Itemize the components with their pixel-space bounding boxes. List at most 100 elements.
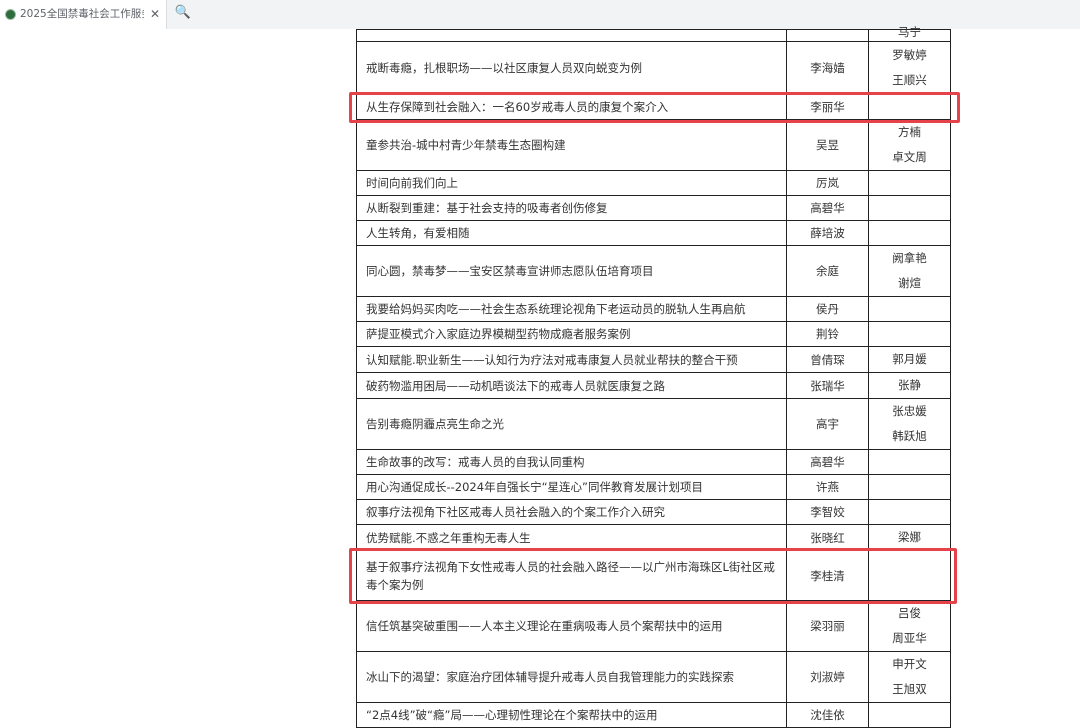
partner-name: 罗敏婷 — [892, 48, 927, 62]
case-title: 叙事疗法视角下社区戒毒人员社会融入的个案工作介入研究 — [356, 499, 787, 525]
partner-names: 阙拿艳 谢煊 — [868, 245, 951, 297]
author-name: 吴昱 — [786, 119, 869, 171]
partner-names: 方楠 卓文周 — [868, 119, 951, 171]
partner-names: 梁娜 — [868, 524, 951, 551]
author-name: 薛培波 — [786, 220, 869, 246]
partner-names — [868, 702, 951, 728]
case-title: 冰山下的渴望：家庭治疗团体辅导提升戒毒人员自我管理能力的实践探索 — [356, 651, 787, 703]
table-row: 信任筑基突破重围——人本主义理论在重病吸毒人员个案帮扶中的运用 梁羽丽 吕俊 周亚华 — [356, 600, 951, 652]
partner-names: 张忠媛 韩跃旭 — [868, 398, 951, 450]
table-row: 认知赋能.职业新生——认知行为疗法对戒毒康复人员就业帮扶的整合干预 曾倩琛 郭月媛 — [356, 346, 951, 373]
case-title: 破药物滥用困局——动机晤谈法下的戒毒人员就医康复之路 — [356, 372, 787, 399]
partner-name: 马宁 — [898, 26, 921, 38]
table-row: 人生转角，有爱相随 薛培波 — [356, 220, 951, 246]
author-name: 李海嫱 — [786, 41, 869, 95]
partner-names: 吕俊 周亚华 — [868, 600, 951, 652]
partner-names: 郭月媛 — [868, 346, 951, 373]
partner-names — [868, 220, 951, 246]
author-name: 刘淑婷 — [786, 651, 869, 703]
table-row: 优势赋能.不惑之年重构无毒人生 张晓红 梁娜 — [356, 524, 951, 551]
table-row: 破药物滥用困局——动机晤谈法下的戒毒人员就医康复之路 张瑞华 张静 — [356, 372, 951, 399]
case-title: 用心沟通促成长--2024年自强长宁“星连心”同伴教育发展计划项目 — [356, 474, 787, 500]
partner-names — [868, 474, 951, 500]
table-row: 用心沟通促成长--2024年自强长宁“星连心”同伴教育发展计划项目 许燕 — [356, 474, 951, 500]
partner-name: 谢煊 — [898, 276, 921, 290]
table-row: 生命故事的改写：戒毒人员的自我认同重构 高碧华 — [356, 449, 951, 475]
table-row: 萨提亚模式介入家庭边界模糊型药物成瘾者服务案例 荆铃 — [356, 321, 951, 347]
partner-name: 卓文周 — [892, 150, 927, 164]
partner-name: 张静 — [898, 378, 921, 392]
table-row: 马宁 — [356, 26, 951, 42]
author-name: 高宇 — [786, 398, 869, 450]
highlight-box — [349, 91, 960, 123]
case-title: 生命故事的改写：戒毒人员的自我认同重构 — [356, 449, 787, 475]
partner-names: 申开文 王旭双 — [868, 651, 951, 703]
case-title: 认知赋能.职业新生——认知行为疗法对戒毒康复人员就业帮扶的整合干预 — [356, 346, 787, 373]
partner-names: 罗敏婷 王顺兴 — [868, 41, 951, 95]
author-name: 侯丹 — [786, 296, 869, 322]
author-name: 高碧华 — [786, 449, 869, 475]
author-name: 荆铃 — [786, 321, 869, 347]
partner-name: 阙拿艳 — [892, 251, 927, 265]
close-icon[interactable]: ✕ — [148, 6, 162, 22]
case-title: 萨提亚模式介入家庭边界模糊型药物成瘾者服务案例 — [356, 321, 787, 347]
partner-name: 王旭双 — [892, 682, 927, 696]
case-title: 我要给妈妈买肉吃——社会生态系统理论视角下老运动员的脱轨人生再启航 — [356, 296, 787, 322]
partner-names: 马宁 — [868, 26, 951, 42]
table-row: “2点4线”破“瘾”局——心理韧性理论在个案帮扶中的运用 沈佳依 — [356, 702, 951, 728]
table-row: 告别毒瘾阴霾点亮生命之光 高宇 张忠媛 韩跃旭 — [356, 398, 951, 450]
tab-title: 2025全国禁毒社会工作服务 — [20, 8, 144, 20]
case-title: 同心圆，禁毒梦——宝安区禁毒宣讲师志愿队伍培育项目 — [356, 245, 787, 297]
partner-names — [868, 195, 951, 221]
partner-name: 周亚华 — [892, 631, 927, 645]
case-title: 信任筑基突破重围——人本主义理论在重病吸毒人员个案帮扶中的运用 — [356, 600, 787, 652]
partner-names — [868, 170, 951, 196]
partner-name: 方楠 — [898, 125, 921, 139]
table-row: 冰山下的渴望：家庭治疗团体辅导提升戒毒人员自我管理能力的实践探索 刘淑婷 申开文 王旭… — [356, 651, 951, 703]
browser-tab-bar: 2025全国禁毒社会工作服务 ✕ 🔍 — [0, 0, 1080, 29]
partner-name: 郭月媛 — [892, 352, 927, 366]
search-icon[interactable]: 🔍 — [174, 4, 192, 22]
author-name: 梁羽丽 — [786, 600, 869, 652]
partner-names — [868, 296, 951, 322]
partner-name: 王顺兴 — [892, 73, 927, 87]
award-list-table: 马宁 戒断毒瘾，扎根职场——以社区康复人员双向蜕变为例 李海嫱 罗敏婷 王顺兴 从生存保障… — [356, 26, 951, 728]
partner-names — [868, 321, 951, 347]
author-name: 高碧华 — [786, 195, 869, 221]
partner-names: 张静 — [868, 372, 951, 399]
author-name: 张晓红 — [786, 524, 869, 551]
partner-name: 吕俊 — [898, 606, 921, 620]
author-name — [786, 29, 869, 42]
case-title: “2点4线”破“瘾”局——心理韧性理论在个案帮扶中的运用 — [356, 702, 787, 728]
table-row: 我要给妈妈买肉吃——社会生态系统理论视角下老运动员的脱轨人生再启航 侯丹 — [356, 296, 951, 322]
case-title: 从断裂到重建：基于社会支持的吸毒者创伤修复 — [356, 195, 787, 221]
case-title: 戒断毒瘾，扎根职场——以社区康复人员双向蜕变为例 — [356, 41, 787, 95]
table-row: 同心圆，禁毒梦——宝安区禁毒宣讲师志愿队伍培育项目 余庭 阙拿艳 谢煊 — [356, 245, 951, 297]
author-name: 曾倩琛 — [786, 346, 869, 373]
table-row: 戒断毒瘾，扎根职场——以社区康复人员双向蜕变为例 李海嫱 罗敏婷 王顺兴 — [356, 41, 951, 95]
case-title: 优势赋能.不惑之年重构无毒人生 — [356, 524, 787, 551]
highlight-box — [349, 547, 957, 604]
partner-name: 韩跃旭 — [892, 429, 927, 443]
author-name: 许燕 — [786, 474, 869, 500]
case-title: 时间向前我们向上 — [356, 170, 787, 196]
case-title: 人生转角，有爱相随 — [356, 220, 787, 246]
table-row: 时间向前我们向上 厉岚 — [356, 170, 951, 196]
case-title — [356, 29, 787, 42]
case-title: 童参共治-城中村青少年禁毒生态圈构建 — [356, 119, 787, 171]
author-name: 张瑞华 — [786, 372, 869, 399]
partner-names — [868, 449, 951, 475]
table-row: 从断裂到重建：基于社会支持的吸毒者创伤修复 高碧华 — [356, 195, 951, 221]
table-row: 叙事疗法视角下社区戒毒人员社会融入的个案工作介入研究 李智姣 — [356, 499, 951, 525]
author-name: 厉岚 — [786, 170, 869, 196]
author-name: 李智姣 — [786, 499, 869, 525]
browser-tab[interactable]: 2025全国禁毒社会工作服务 ✕ — [0, 0, 167, 29]
partner-name: 申开文 — [892, 657, 927, 671]
author-name: 沈佳依 — [786, 702, 869, 728]
table-row: 童参共治-城中村青少年禁毒生态圈构建 吴昱 方楠 卓文周 — [356, 119, 951, 171]
site-favicon-icon — [5, 9, 16, 20]
case-title: 告别毒瘾阴霾点亮生命之光 — [356, 398, 787, 450]
author-name: 余庭 — [786, 245, 869, 297]
partner-name: 梁娜 — [898, 530, 921, 544]
partner-name: 张忠媛 — [892, 404, 927, 418]
